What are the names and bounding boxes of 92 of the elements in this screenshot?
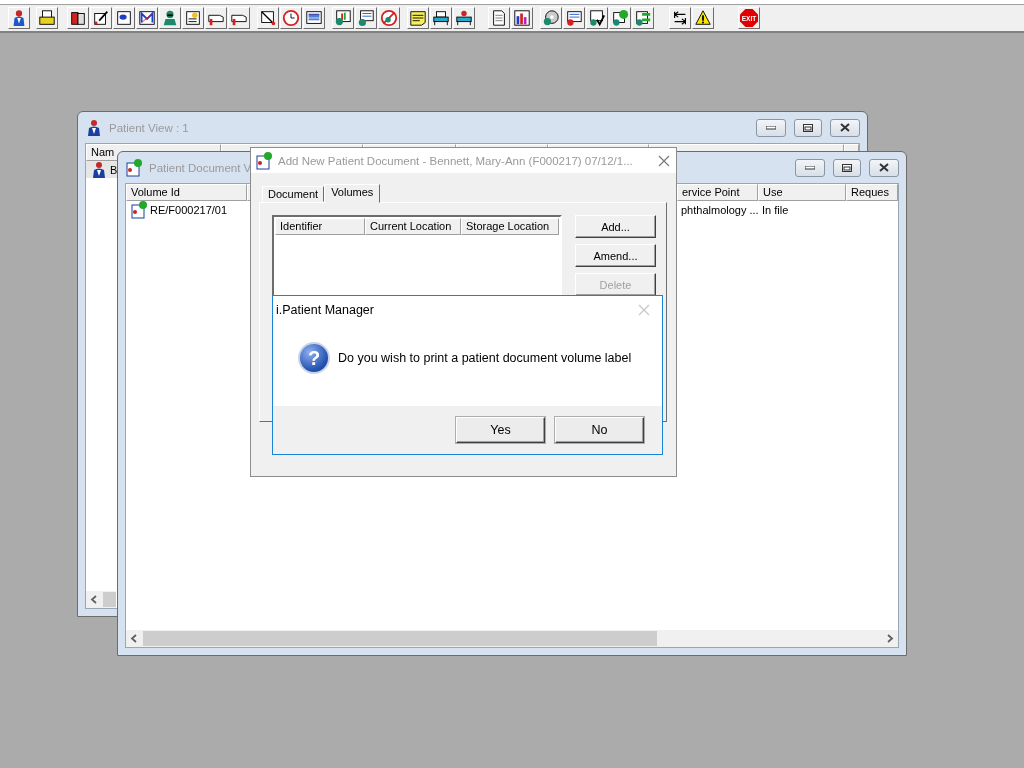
- column-header: Storage Location: [461, 218, 559, 235]
- bed-user-icon: [455, 9, 473, 27]
- toolbar-button[interactable]: [67, 7, 89, 29]
- horizontal-scrollbar[interactable]: [126, 630, 898, 647]
- toolbar-button[interactable]: [36, 7, 58, 29]
- document-eye-icon: [115, 9, 133, 27]
- notebook-pen-icon: [92, 9, 110, 27]
- sticky-note-icon: [409, 9, 427, 27]
- toolbar-button[interactable]: [159, 7, 181, 29]
- scrollbar-thumb[interactable]: [103, 592, 116, 607]
- toolbar-button[interactable]: [303, 7, 325, 29]
- prohibited-user-icon: [380, 9, 398, 27]
- toolbar-button[interactable]: [355, 7, 377, 29]
- toolbar-button[interactable]: [609, 7, 631, 29]
- toolbar-button[interactable]: [332, 7, 354, 29]
- close-icon: [840, 123, 850, 132]
- patient-icon: [90, 160, 108, 179]
- printer-icon: [38, 9, 56, 27]
- toolbar-button[interactable]: [692, 7, 714, 29]
- scrollbar-thumb[interactable]: [143, 631, 657, 646]
- maximize-button[interactable]: [794, 118, 822, 137]
- minimize-button[interactable]: [756, 118, 786, 137]
- toolbar-button[interactable]: [632, 7, 654, 29]
- dialog-button[interactable]: Add...: [575, 215, 656, 238]
- toolbar-button[interactable]: [113, 7, 135, 29]
- bed-icon: [432, 9, 450, 27]
- document-icon: [490, 9, 508, 27]
- toolbar-button[interactable]: [182, 7, 204, 29]
- window-person-icon: [85, 118, 103, 137]
- message-box-title: i.Patient Manager: [276, 302, 374, 317]
- bar-chart-icon: [513, 9, 531, 27]
- close-icon: [879, 163, 889, 172]
- toolbar-button[interactable]: [563, 7, 585, 29]
- column-header: Use: [758, 184, 846, 201]
- toolbar-button[interactable]: [90, 7, 112, 29]
- surgeon-icon: [161, 9, 179, 27]
- window-document-icon: [125, 158, 143, 177]
- column-header: Reques: [846, 184, 898, 201]
- toolbar-button[interactable]: [453, 7, 475, 29]
- dialog-button[interactable]: No: [555, 417, 644, 443]
- toolbar-button[interactable]: [430, 7, 452, 29]
- swap-arrows-icon: [671, 9, 689, 27]
- toolbar-button[interactable]: [586, 7, 608, 29]
- book-icon: [69, 9, 87, 27]
- close-button[interactable]: [830, 118, 860, 137]
- dialog-button[interactable]: Yes: [456, 417, 545, 443]
- close-button[interactable]: [869, 158, 899, 177]
- table-cell: In file: [762, 203, 789, 216]
- close-icon[interactable]: [658, 154, 670, 167]
- notepad-icon: [184, 9, 202, 27]
- toolbar-button[interactable]: [136, 7, 158, 29]
- form-globe-icon: [611, 9, 629, 27]
- monitor-icon: [305, 9, 323, 27]
- window-title: Patient View : 1: [109, 121, 189, 134]
- question-icon: ?: [298, 342, 330, 374]
- crossed-document-icon: [259, 9, 277, 27]
- toolbar-button[interactable]: [488, 7, 510, 29]
- toolbar-button[interactable]: [8, 7, 30, 29]
- letter-m-icon: [138, 9, 156, 27]
- column-header: Current Location: [365, 218, 461, 235]
- toolbar-button[interactable]: [669, 7, 691, 29]
- maximize-button[interactable]: [833, 158, 861, 177]
- toolbar-button[interactable]: [540, 7, 562, 29]
- screen-chart-icon: [334, 9, 352, 27]
- table-cell: B: [110, 163, 118, 176]
- warning-icon: [694, 9, 712, 27]
- maximize-icon: [803, 123, 813, 132]
- column-header: Identifier: [275, 218, 365, 235]
- dialog-document-icon: [255, 151, 273, 170]
- message-text: Do you wish to print a patient document volume label: [338, 351, 632, 365]
- toolbar-button[interactable]: [511, 7, 533, 29]
- minimize-button[interactable]: [795, 158, 825, 177]
- minimize-icon: [766, 125, 776, 130]
- clock-icon: [282, 9, 300, 27]
- dialog-button[interactable]: Amend...: [575, 244, 656, 267]
- card-user-icon: [565, 9, 583, 27]
- minimize-icon: [805, 165, 815, 170]
- toolbar-button[interactable]: [257, 7, 279, 29]
- disc-icon: [542, 9, 560, 27]
- column-header: Volume Id: [126, 184, 247, 201]
- form-check-icon: [588, 9, 606, 27]
- form-user-icon: [357, 9, 375, 27]
- column-header: ervice Point: [677, 184, 758, 201]
- table-cell: RE/F000217/01: [150, 203, 228, 216]
- toolbar-button[interactable]: [407, 7, 429, 29]
- horizontal-scrollbar[interactable]: [86, 591, 116, 608]
- table-cell: phthalmology ...: [681, 203, 759, 216]
- dialog-title: Add New Patient Document - Bennett, Mary-Ann (F000217) 07/12/1...: [278, 154, 633, 167]
- form-arrows-icon: [634, 9, 652, 27]
- tab[interactable]: Volumes: [324, 184, 381, 203]
- tab[interactable]: Document: [262, 186, 325, 202]
- maximize-icon: [842, 163, 852, 172]
